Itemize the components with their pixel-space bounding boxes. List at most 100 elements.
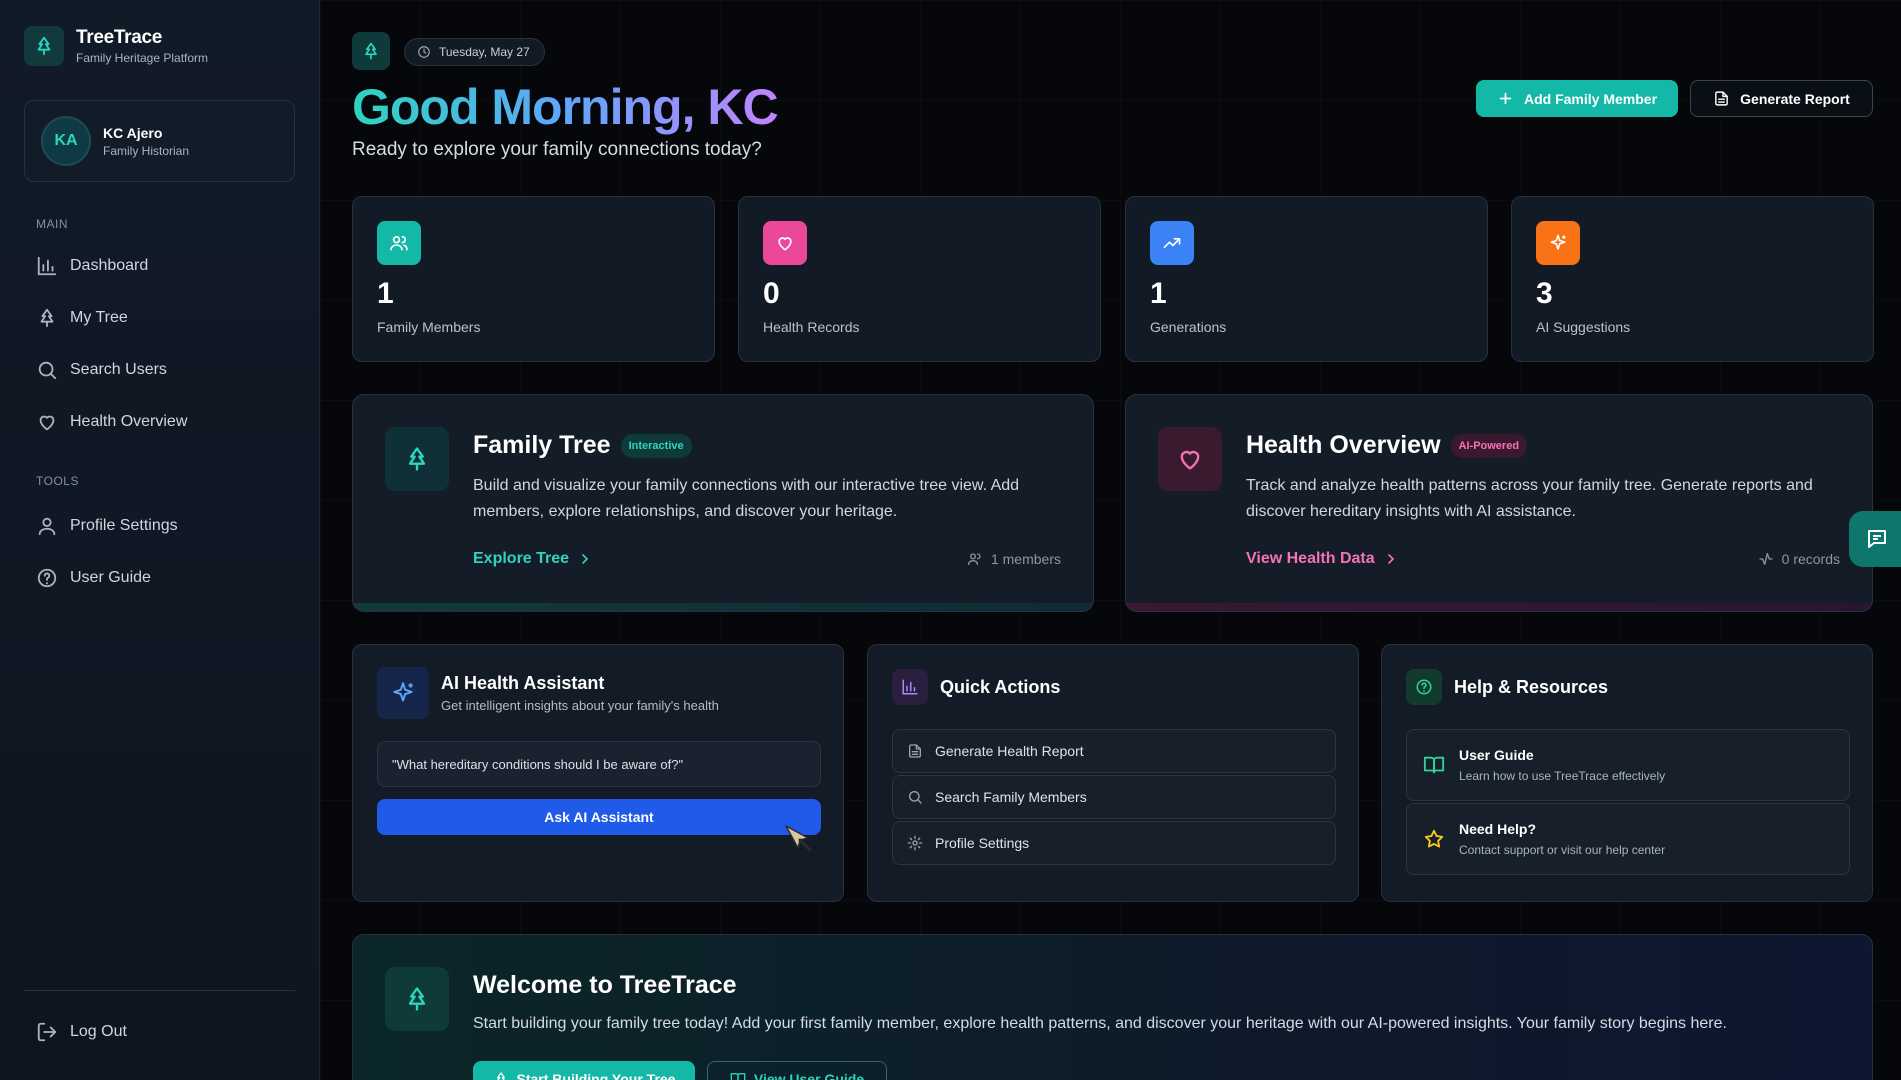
welcome-description: Start building your family tree today! A… [473, 1015, 1727, 1032]
logout-button[interactable]: Log Out [24, 1010, 295, 1054]
help-item-title: User Guide [1459, 747, 1534, 763]
sidebar-item-my-tree[interactable]: My Tree [24, 296, 295, 340]
quick-actions-panel: Quick Actions Generate Health Report Sea… [867, 644, 1359, 902]
activity-icon [1758, 553, 1773, 565]
tools-section-label: TOOLS [36, 474, 79, 488]
stat-value: 1 [377, 277, 394, 310]
user-card[interactable]: KA KC Ajero Family Historian [24, 100, 295, 182]
members-count: 1 members [967, 551, 1061, 567]
bar-chart-icon [892, 669, 928, 705]
brand-name: TreeTrace [76, 27, 163, 48]
ai-assistant-title: AI Health Assistant [441, 673, 605, 693]
ai-assistant-subtitle: Get intelligent insights about your fami… [441, 698, 719, 713]
health-overview-card[interactable]: Health Overview AI-Powered Track and ana… [1125, 394, 1873, 612]
file-text-icon [1715, 91, 1729, 106]
bar-chart-icon [37, 256, 57, 276]
action-label: Profile Settings [935, 835, 1030, 851]
tree-icon [385, 967, 449, 1031]
generate-health-report-action[interactable]: Generate Health Report [892, 729, 1336, 773]
users-icon [377, 221, 421, 265]
chevron-right-icon [1387, 554, 1394, 564]
logout-label: Log Out [70, 1023, 127, 1040]
view-health-data-link[interactable]: View Health Data [1246, 550, 1399, 568]
need-help-item[interactable]: Need Help? Contact support or visit our … [1406, 803, 1850, 875]
search-family-members-action[interactable]: Search Family Members [892, 775, 1336, 819]
stat-value: 1 [1150, 277, 1167, 310]
family-tree-title: Family Tree [473, 431, 611, 459]
chat-button[interactable] [1849, 511, 1901, 567]
generate-report-label: Generate Report [1740, 90, 1850, 107]
card-accent-bar [353, 603, 1093, 611]
generate-report-button[interactable]: Generate Report [1690, 80, 1873, 117]
header-tree-icon [352, 32, 390, 70]
view-user-guide-button[interactable]: View User Guide [707, 1061, 887, 1080]
sidebar-item-profile-settings[interactable]: Profile Settings [24, 504, 295, 548]
plus-icon [1499, 92, 1512, 105]
sidebar-item-label: User Guide [70, 569, 151, 586]
user-name: KC Ajero [103, 124, 163, 141]
page-title: Good Morning, KC [352, 79, 779, 135]
heart-icon [1158, 427, 1222, 491]
help-item-subtitle: Learn how to use TreeTrace effectively [1459, 769, 1666, 783]
family-tree-card[interactable]: Family Tree Interactive Build and visual… [352, 394, 1094, 612]
help-circle-icon [37, 568, 57, 588]
user-icon [38, 517, 56, 536]
date-pill: Tuesday, May 27 [404, 38, 545, 66]
heart-icon [39, 415, 55, 431]
ai-health-assistant-panel: AI Health Assistant Get intelligent insi… [352, 644, 844, 902]
sidebar-item-label: Profile Settings [70, 517, 178, 534]
main-section-label: MAIN [36, 217, 68, 231]
help-resources-panel: Help & Resources User Guide Learn how to… [1381, 644, 1873, 902]
sidebar-item-label: Search Users [70, 361, 167, 378]
explore-tree-label: Explore Tree [473, 550, 570, 567]
start-building-tree-button[interactable]: Start Building Your Tree [473, 1061, 695, 1080]
explore-tree-link[interactable]: Explore Tree [473, 550, 593, 568]
family-tree-description: Build and visualize your family connecti… [473, 477, 1020, 520]
tree-icon [40, 308, 54, 328]
stat-card-generations[interactable]: 1 Generations [1125, 196, 1488, 362]
records-count: 0 records [1758, 551, 1840, 567]
sidebar-item-user-guide[interactable]: User Guide [24, 556, 295, 600]
user-guide-item[interactable]: User Guide Learn how to use TreeTrace ef… [1406, 729, 1850, 801]
gear-icon [907, 835, 923, 851]
ask-ai-assistant-button[interactable]: Ask AI Assistant [377, 799, 821, 835]
book-icon [730, 1073, 746, 1080]
profile-settings-action[interactable]: Profile Settings [892, 821, 1336, 865]
add-family-member-button[interactable]: Add Family Member [1476, 80, 1678, 117]
sidebar-item-label: Dashboard [70, 257, 149, 274]
members-count-text: 1 members [990, 551, 1061, 567]
quick-actions-title: Quick Actions [940, 676, 1061, 697]
help-circle-icon [1406, 669, 1442, 705]
records-count-text: 0 records [1781, 551, 1840, 567]
stat-card-ai-suggestions[interactable]: 3 AI Suggestions [1511, 196, 1874, 362]
ai-prompt-suggestion[interactable]: "What hereditary conditions should I be … [377, 741, 821, 787]
sidebar-divider [24, 990, 295, 991]
welcome-title: Welcome to TreeTrace [473, 971, 737, 999]
start-building-label: Start Building Your Tree [516, 1071, 676, 1080]
stat-card-health-records[interactable]: 0 Health Records [738, 196, 1101, 362]
trending-up-icon [1150, 221, 1194, 265]
star-icon [1424, 829, 1444, 848]
stat-value: 0 [763, 277, 780, 310]
sidebar-item-dashboard[interactable]: Dashboard [24, 244, 295, 288]
sidebar-item-health-overview[interactable]: Health Overview [24, 400, 295, 444]
sidebar-item-label: Health Overview [70, 413, 188, 430]
sidebar-item-label: My Tree [70, 309, 128, 326]
users-icon [967, 553, 981, 565]
search-icon [38, 361, 57, 380]
tree-icon [385, 427, 449, 491]
sparkles-icon [377, 667, 429, 719]
clock-icon [418, 46, 430, 58]
sparkles-icon [1536, 221, 1580, 265]
search-icon [909, 791, 922, 804]
mouse-cursor-icon [785, 825, 812, 852]
brand-tagline: Family Heritage Platform [76, 51, 209, 65]
help-item-subtitle: Contact support or visit our help center [1459, 843, 1666, 857]
sidebar: TreeTrace Family Heritage Platform KA KC… [0, 0, 320, 1080]
stat-card-family-members[interactable]: 1 Family Members [352, 196, 715, 362]
sidebar-item-search-users[interactable]: Search Users [24, 348, 295, 392]
chat-icon [1868, 530, 1886, 548]
ai-powered-badge: AI-Powered [1450, 433, 1528, 458]
help-item-title: Need Help? [1459, 821, 1537, 837]
brand[interactable]: TreeTrace Family Heritage Platform [24, 26, 208, 66]
